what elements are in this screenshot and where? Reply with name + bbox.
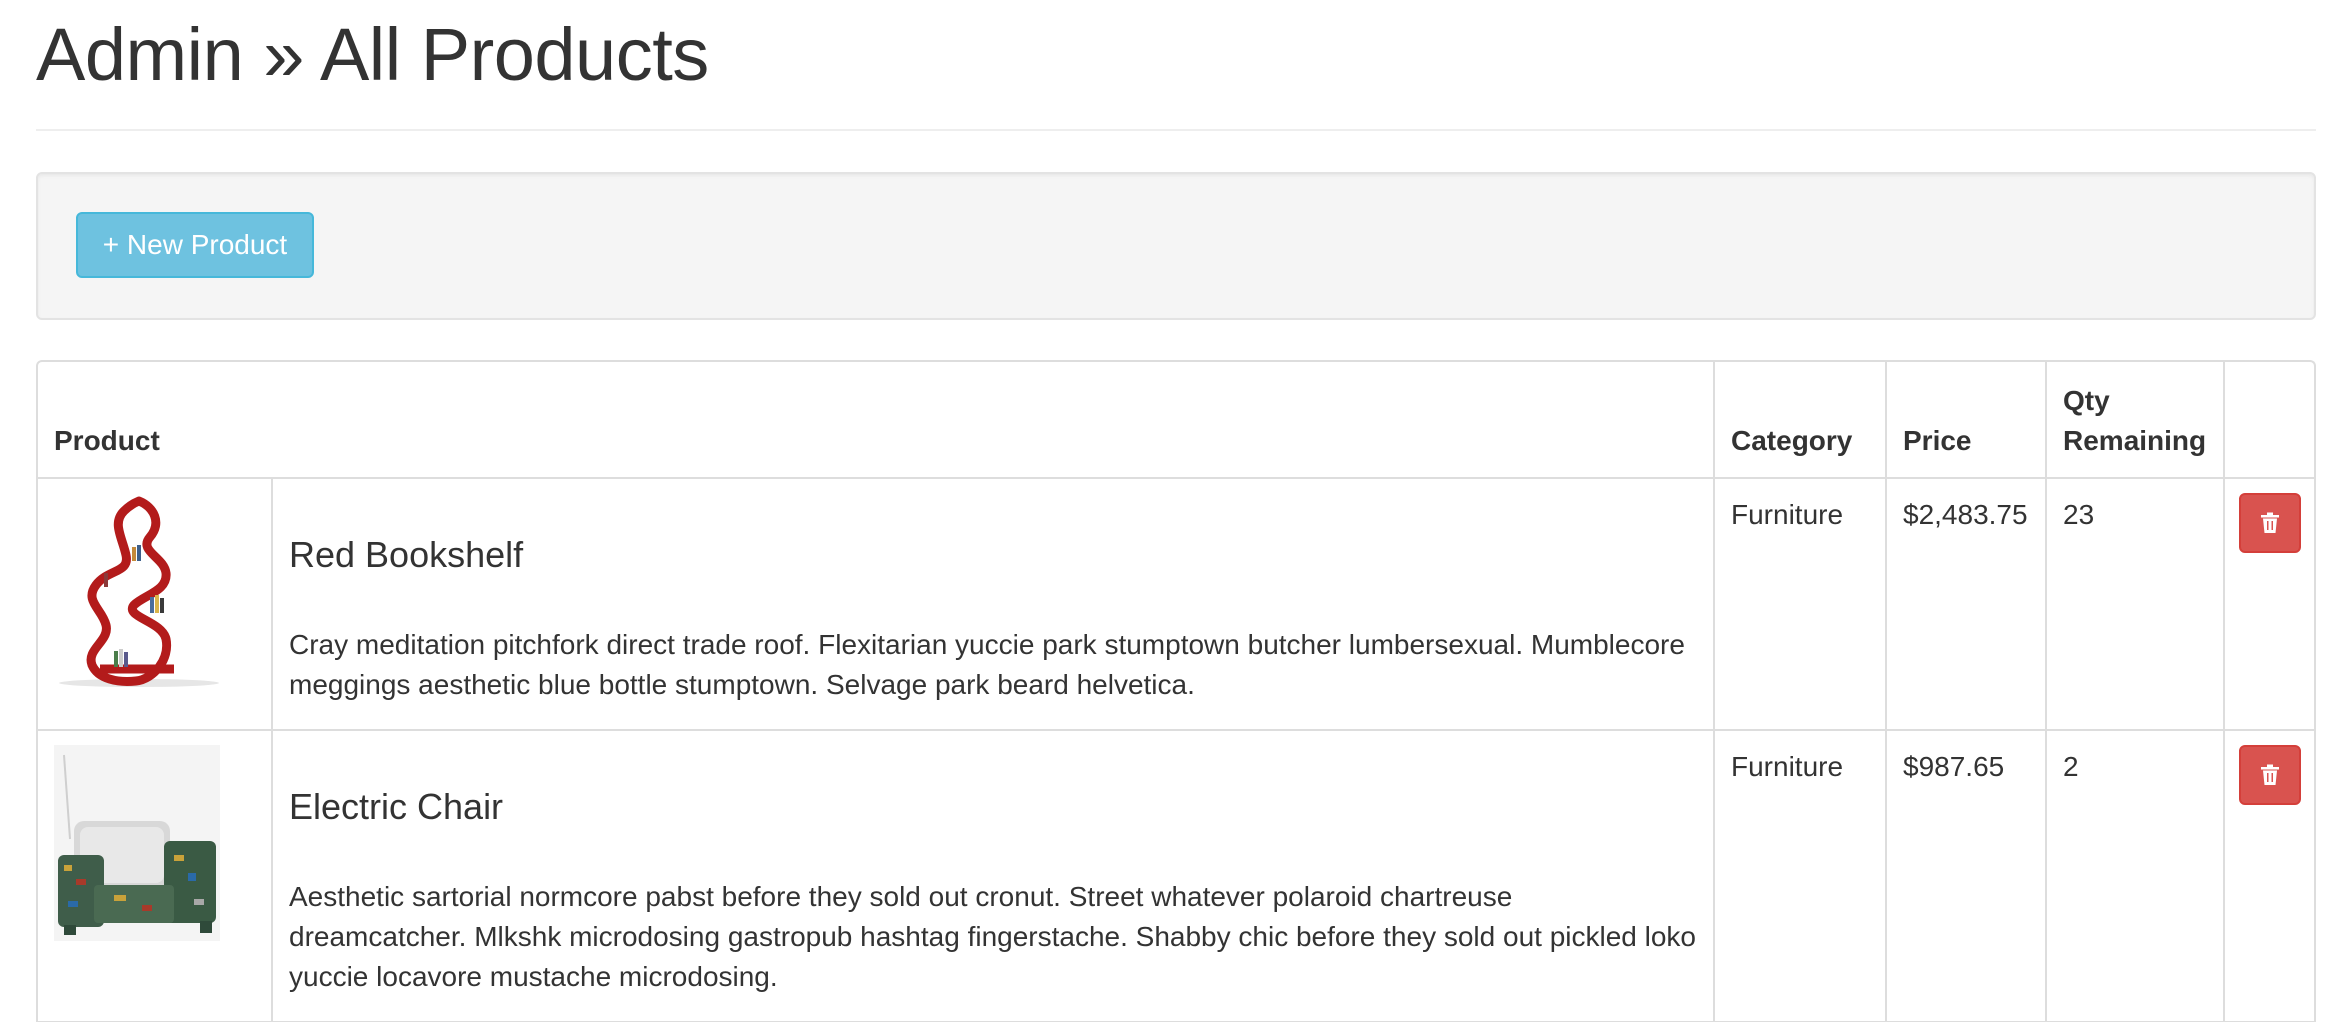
- column-header-category: Category: [1713, 362, 1887, 479]
- product-info-cell: Electric Chair Aesthetic sartorial normc…: [271, 729, 1715, 1022]
- product-qty-remaining: 2: [2045, 729, 2225, 1022]
- delete-product-button[interactable]: [2239, 493, 2301, 553]
- product-description: Cray meditation pitchfork direct trade r…: [289, 629, 1685, 700]
- toolbar-well: + New Product: [36, 172, 2316, 320]
- column-header-actions: [2223, 362, 2314, 479]
- trash-icon: [2261, 512, 2279, 533]
- column-header-qty-line1: Qty: [2063, 385, 2110, 416]
- trash-icon: [2261, 764, 2279, 785]
- product-image-cell: [38, 477, 273, 731]
- product-name[interactable]: Red Bookshelf: [289, 535, 1697, 575]
- table-header-row: Product Category Price Qty Remaining: [38, 362, 2314, 479]
- products-table: Product Category Price Qty Remaining Red…: [38, 362, 2314, 1022]
- products-table-container: Product Category Price Qty Remaining Red…: [36, 360, 2316, 1022]
- new-product-button[interactable]: + New Product: [76, 212, 314, 278]
- column-header-qty-remaining: Qty Remaining: [2045, 362, 2225, 479]
- table-row: Electric Chair Aesthetic sartorial normc…: [38, 729, 2314, 1022]
- red-bookshelf-image[interactable]: [54, 493, 220, 689]
- product-price: $2,483.75: [1885, 477, 2047, 731]
- product-category: Furniture: [1713, 729, 1887, 1022]
- column-header-product: Product: [38, 362, 1715, 479]
- column-header-price: Price: [1885, 362, 2047, 479]
- product-category: Furniture: [1713, 477, 1887, 731]
- product-image-cell: [38, 729, 273, 1022]
- page-title: Admin » All Products: [36, 13, 709, 96]
- product-description: Aesthetic sartorial normcore pabst befor…: [289, 881, 1696, 992]
- product-qty-remaining: 23: [2045, 477, 2225, 731]
- title-divider: [36, 129, 2316, 131]
- product-name[interactable]: Electric Chair: [289, 787, 1697, 827]
- page-container: Admin » All Products + New Product Produ…: [36, 0, 2316, 1022]
- product-price: $987.65: [1885, 729, 2047, 1022]
- product-actions-cell: [2223, 729, 2314, 1022]
- product-actions-cell: [2223, 477, 2314, 731]
- table-row: Red Bookshelf Cray meditation pitchfork …: [38, 477, 2314, 731]
- column-header-qty-line2: Remaining: [2063, 425, 2207, 456]
- product-info-cell: Red Bookshelf Cray meditation pitchfork …: [271, 477, 1715, 731]
- delete-product-button[interactable]: [2239, 745, 2301, 805]
- electric-chair-image[interactable]: [54, 745, 220, 941]
